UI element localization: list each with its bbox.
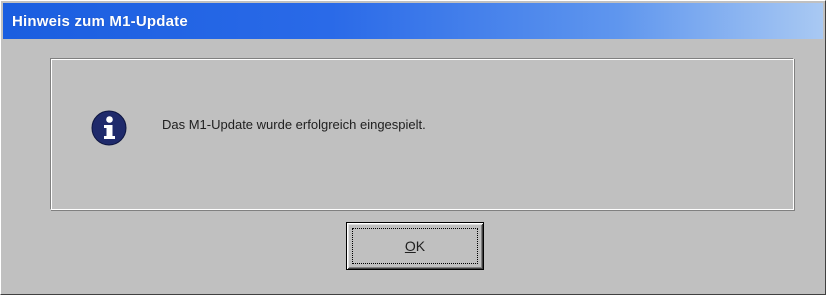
ok-label-rest: K — [415, 238, 426, 254]
dialog-title: Hinweis zum M1-Update — [12, 12, 188, 30]
ok-button-label: OK — [405, 238, 425, 254]
info-icon — [91, 110, 127, 146]
ok-accelerator-key: O — [404, 238, 416, 254]
title-bar[interactable]: Hinweis zum M1-Update — [3, 3, 823, 39]
ok-button[interactable]: OK — [346, 222, 484, 270]
dialog-window: Hinweis zum M1-Update Das M1-Update wurd… — [0, 0, 826, 295]
dialog-message: Das M1-Update wurde erfolgreich eingespi… — [162, 117, 426, 132]
message-panel: Das M1-Update wurde erfolgreich eingespi… — [50, 58, 794, 210]
